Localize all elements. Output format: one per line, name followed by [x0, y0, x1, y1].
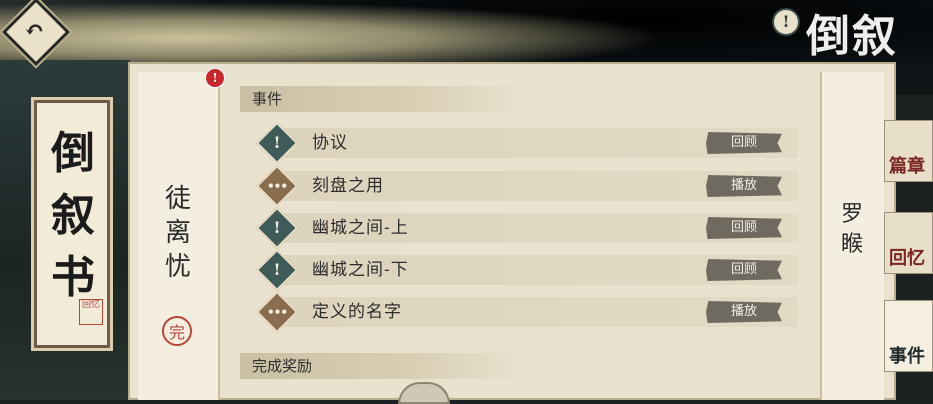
- event-label: 协议: [312, 133, 348, 153]
- right-character-name: 罗睺: [840, 202, 863, 257]
- tab-label: 回忆: [889, 248, 925, 269]
- event-label: 幽城之间-下: [312, 260, 409, 280]
- event-row[interactable]: 幽城之间-下 回顾: [278, 255, 798, 285]
- event-label: 刻盘之用: [312, 176, 384, 196]
- event-row[interactable]: 幽城之间-上 回顾: [278, 213, 798, 243]
- event-label: 幽城之间-上: [312, 218, 409, 238]
- back-arrow-icon: ↶: [24, 15, 45, 45]
- event-label: 定义的名字: [312, 302, 402, 322]
- left-character-name: 徒离忧: [164, 184, 191, 282]
- complete-stamp: 完: [162, 316, 192, 346]
- event-row[interactable]: 定义的名字 播放: [278, 297, 798, 327]
- review-button[interactable]: 回顾: [706, 259, 782, 281]
- review-button[interactable]: 回顾: [706, 132, 782, 154]
- seal-stamp: 回忆: [79, 299, 103, 325]
- play-button[interactable]: 播放: [706, 301, 782, 323]
- tab-memories[interactable]: 回忆: [884, 212, 933, 274]
- tab-label: 事件: [889, 346, 925, 367]
- tab-chapters[interactable]: 篇章: [884, 120, 933, 182]
- exclamation-icon[interactable]: !: [772, 8, 800, 36]
- events-header: 事件: [240, 86, 530, 112]
- event-row[interactable]: 协议 回顾: [278, 128, 798, 158]
- tab-events[interactable]: 事件: [884, 300, 933, 372]
- notification-badge: !: [205, 68, 225, 88]
- review-button[interactable]: 回顾: [706, 217, 782, 239]
- book-title: 倒叙书: [51, 128, 95, 303]
- left-character-column[interactable]: 徒离忧 完: [138, 72, 220, 400]
- rewards-header: 完成奖励: [240, 353, 530, 379]
- tab-label: 篇章: [889, 156, 925, 177]
- right-character-column[interactable]: 罗睺: [820, 72, 884, 400]
- book-title-scroll: 倒叙书 回忆: [34, 100, 110, 348]
- play-button[interactable]: 播放: [706, 175, 782, 197]
- event-row[interactable]: 刻盘之用 播放: [278, 171, 798, 201]
